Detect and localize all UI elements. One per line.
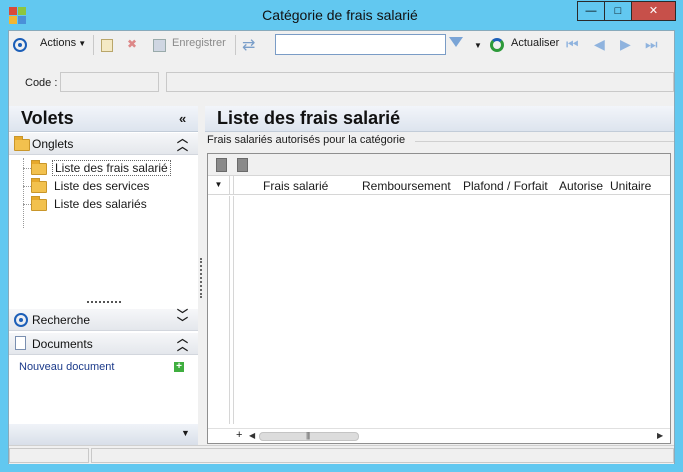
tree-connector [23,204,31,205]
folder-icon [31,196,47,211]
first-record-icon[interactable]: ⏮ [566,36,579,53]
data-grid[interactable]: ▼ Frais salarié Remboursement Plafond / … [207,153,671,444]
recherche-title: Recherche [32,313,91,327]
documents-section-header[interactable]: Documents ︿ ︿ [9,333,198,355]
previous-record-icon[interactable]: ◀ [594,36,605,53]
scroll-left-icon[interactable]: ◀ [249,431,255,440]
tree-item-label: Liste des salariés [54,197,147,211]
add-row-icon[interactable]: + [236,429,242,441]
status-cell [91,448,674,463]
delete-icon[interactable]: ✖ [127,37,137,51]
left-panel-footer: ▼ [9,424,198,445]
main-title: Liste des frais salarié [217,108,401,128]
last-record-icon[interactable]: ⏭ [645,36,658,53]
add-document-icon[interactable]: + [174,362,184,372]
chevron-down-icon[interactable]: ﹀ ﹀ [177,310,188,329]
column-header[interactable]: Frais salarié [263,179,328,193]
onglets-title: Onglets [32,137,74,151]
toolbar-separator [93,35,94,55]
open-folder-icon [31,160,47,175]
filter-dropdown-icon[interactable]: ▼ [474,41,482,50]
collapse-panel-icon[interactable]: « [179,111,186,126]
volets-title: Volets [21,108,74,128]
tree-connector [23,168,31,169]
folder-icon [14,136,30,151]
folder-icon [31,178,47,193]
group-divider [415,141,674,142]
target-icon [13,38,27,52]
grid-header: ▼ Frais salarié Remboursement Plafond / … [208,176,670,195]
column-header[interactable]: Autorise [559,179,603,193]
title-bar[interactable]: Catégorie de frais salarié — □ ✕ [0,0,683,30]
app-icon[interactable] [9,7,26,24]
row-indicator-gutter [230,196,234,424]
save-button[interactable]: Enregistrer [172,37,226,49]
row-selector-gutter [208,196,230,424]
group-label: Frais salariés autorisés pour la catégor… [207,134,409,146]
chevron-up-icon[interactable]: ︿ ︿ [177,134,188,153]
grip-icon: ||| [306,431,310,440]
grid-header-spacer [230,176,234,195]
tree-connector [23,186,31,187]
recherche-section-header[interactable]: Recherche ﹀ ﹀ [9,309,198,331]
new-record-icon[interactable] [101,39,113,52]
document-icon [15,336,26,350]
vertical-splitter-handle[interactable] [200,258,202,298]
sync-icon[interactable]: ⇄ [242,35,255,55]
maximize-button[interactable]: □ [604,1,632,21]
client-area: Actions ▼ ✖ Enregistrer ⇄ ▼ Actualiser ⏮… [8,30,675,464]
next-record-icon[interactable]: ▶ [620,36,631,53]
minimize-button[interactable]: — [577,1,605,21]
volets-header: Volets « [9,106,198,132]
refresh-icon[interactable] [490,38,504,52]
search-input[interactable] [275,34,446,55]
toolbar: Actions ▼ ✖ Enregistrer ⇄ ▼ Actualiser ⏮… [9,31,674,59]
documents-title: Documents [32,337,93,351]
status-cell [9,448,89,463]
search-target-icon [14,313,28,327]
filter-icon[interactable] [449,37,463,47]
close-button[interactable]: ✕ [631,1,676,21]
column-header[interactable]: Unitaire [610,179,651,193]
onglets-section-header[interactable]: Onglets ︿ ︿ [9,133,198,155]
tree-item-label: Liste des frais salarié [52,160,171,176]
main-header: Liste des frais salarié [205,106,674,132]
code-field[interactable] [60,72,159,92]
chevron-up-icon[interactable]: ︿ ︿ [177,334,188,353]
column-header[interactable]: Remboursement [362,179,451,193]
toolbar-separator [235,35,236,55]
edit-row-icon[interactable] [237,158,248,172]
scroll-right-icon[interactable]: ▶ [657,431,663,440]
code-description-field[interactable] [166,72,674,92]
application-window: Catégorie de frais salarié — □ ✕ Actions… [0,0,683,472]
column-chooser-icon[interactable]: ▼ [208,176,230,195]
save-icon[interactable] [153,39,166,52]
actions-label: Actions [40,37,77,49]
code-label: Code : [25,77,58,89]
column-header[interactable]: Plafond / Forfait [463,179,548,193]
window-title: Catégorie de frais salarié [262,7,418,23]
left-panel: Volets « Onglets ︿ ︿ Liste des frais sala… [9,106,198,445]
scroll-thumb[interactable]: ||| [259,431,359,441]
chevron-down-icon: ▼ [76,39,87,48]
grid-toolbar [208,154,670,176]
tree-item-label: Liste des services [54,179,150,193]
actions-menu[interactable]: Actions ▼ [40,37,86,49]
refresh-button[interactable]: Actualiser [511,37,559,49]
code-bar: Code : [9,67,674,97]
status-bar [9,445,674,464]
chevron-down-icon[interactable]: ▼ [181,428,190,438]
new-row-icon[interactable] [216,158,227,172]
horizontal-scrollbar[interactable]: + ◀ ||| ▶ [208,428,670,443]
panel-splitter-handle[interactable] [87,301,121,304]
main-panel: Liste des frais salarié Frais salariés a… [205,106,674,445]
new-document-link[interactable]: Nouveau document [19,361,114,373]
